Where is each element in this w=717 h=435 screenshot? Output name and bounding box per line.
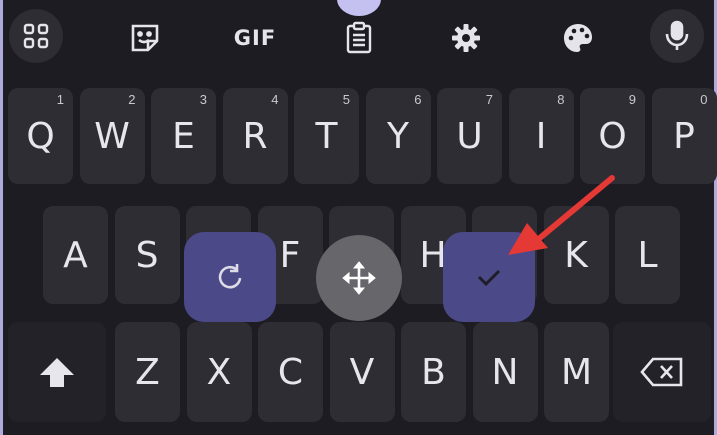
annotation-arrow <box>508 175 615 255</box>
